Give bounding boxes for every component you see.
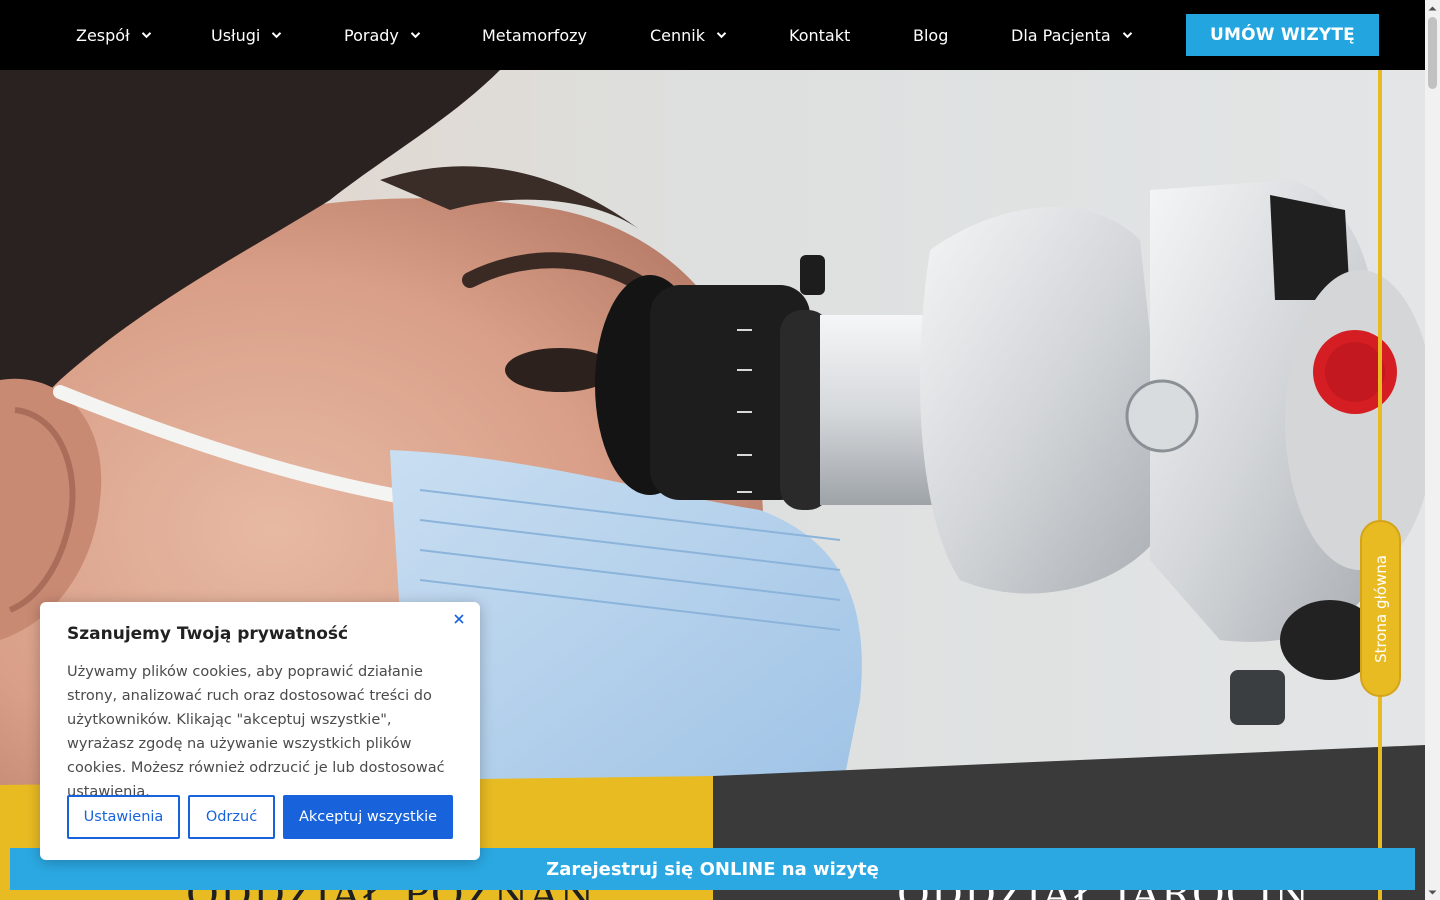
cookie-settings-button[interactable]: Ustawienia <box>67 795 180 839</box>
nav-item-label: Usługi <box>211 25 261 45</box>
chevron-down-icon <box>716 31 727 39</box>
nav-item-metamorfozy[interactable]: Metamorfozy <box>482 0 587 70</box>
nav-item-kontakt[interactable]: Kontakt <box>789 0 850 70</box>
nav-item-label: Cennik <box>650 25 706 45</box>
cookie-description: Używamy plików cookies, aby poprawić dzi… <box>67 664 445 800</box>
chevron-down-icon <box>1122 31 1133 39</box>
scroll-down-icon[interactable] <box>1425 885 1440 900</box>
close-icon[interactable] <box>452 612 466 626</box>
scroll-up-icon[interactable] <box>1425 0 1440 15</box>
nav-item-label: Kontakt <box>789 25 851 45</box>
nav-item-uslugi[interactable]: Usługi <box>211 0 282 70</box>
nav-item-blog[interactable]: Blog <box>913 0 948 70</box>
cookie-reject-button[interactable]: Odrzuć <box>188 795 275 839</box>
side-tab-label: Strona główna <box>1371 554 1390 663</box>
nav-item-label: Blog <box>913 25 949 45</box>
top-navigation: Zespół Usługi Porady Metamorfozy Cennik … <box>0 0 1425 70</box>
cookie-title: Szanujemy Twoją prywatność <box>67 624 349 644</box>
cookie-consent-dialog: Szanujemy Twoją prywatność Używamy plikó… <box>40 602 480 860</box>
nav-item-zespol[interactable]: Zespół <box>76 0 152 70</box>
nav-item-label: Dla Pacjenta <box>1011 25 1111 45</box>
cookie-accept-all-button[interactable]: Akceptuj wszystkie <box>283 795 453 839</box>
chevron-down-icon <box>141 31 152 39</box>
nav-item-label: Zespół <box>76 25 130 45</box>
nav-item-dla-pacjenta[interactable]: Dla Pacjenta <box>1011 0 1133 70</box>
nav-item-cennik[interactable]: Cennik <box>650 0 727 70</box>
nav-item-porady[interactable]: Porady <box>344 0 421 70</box>
nav-item-label: Porady <box>344 25 399 45</box>
nav-item-label: Metamorfozy <box>482 25 587 45</box>
book-visit-button[interactable]: UMÓW WIZYTĘ <box>1186 14 1379 56</box>
home-side-tab[interactable]: Strona główna <box>1360 520 1401 697</box>
decorative-vertical-line <box>1378 70 1382 900</box>
scrollbar-thumb[interactable] <box>1428 17 1437 89</box>
page-scrollbar[interactable] <box>1425 0 1440 900</box>
chevron-down-icon <box>410 31 421 39</box>
chevron-down-icon <box>271 31 282 39</box>
